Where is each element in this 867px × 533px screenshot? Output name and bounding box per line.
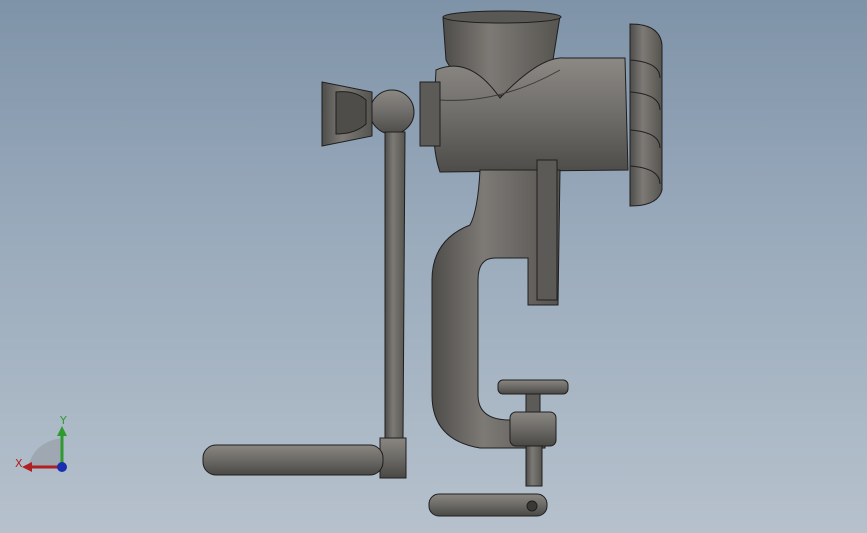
cutting-plate-knob[interactable]: [629, 23, 663, 207]
crank-arm[interactable]: [379, 131, 407, 479]
orientation-triad: Y X: [10, 412, 80, 482]
3d-viewport[interactable]: Y X: [0, 0, 867, 533]
meat-grinder-model[interactable]: [0, 0, 867, 533]
axis-triad-icon: [22, 426, 67, 472]
crank-handle[interactable]: [202, 444, 384, 476]
axis-x-label: X: [15, 457, 23, 470]
clamp-frame: [431, 159, 561, 449]
axis-y-label: Y: [60, 414, 67, 427]
